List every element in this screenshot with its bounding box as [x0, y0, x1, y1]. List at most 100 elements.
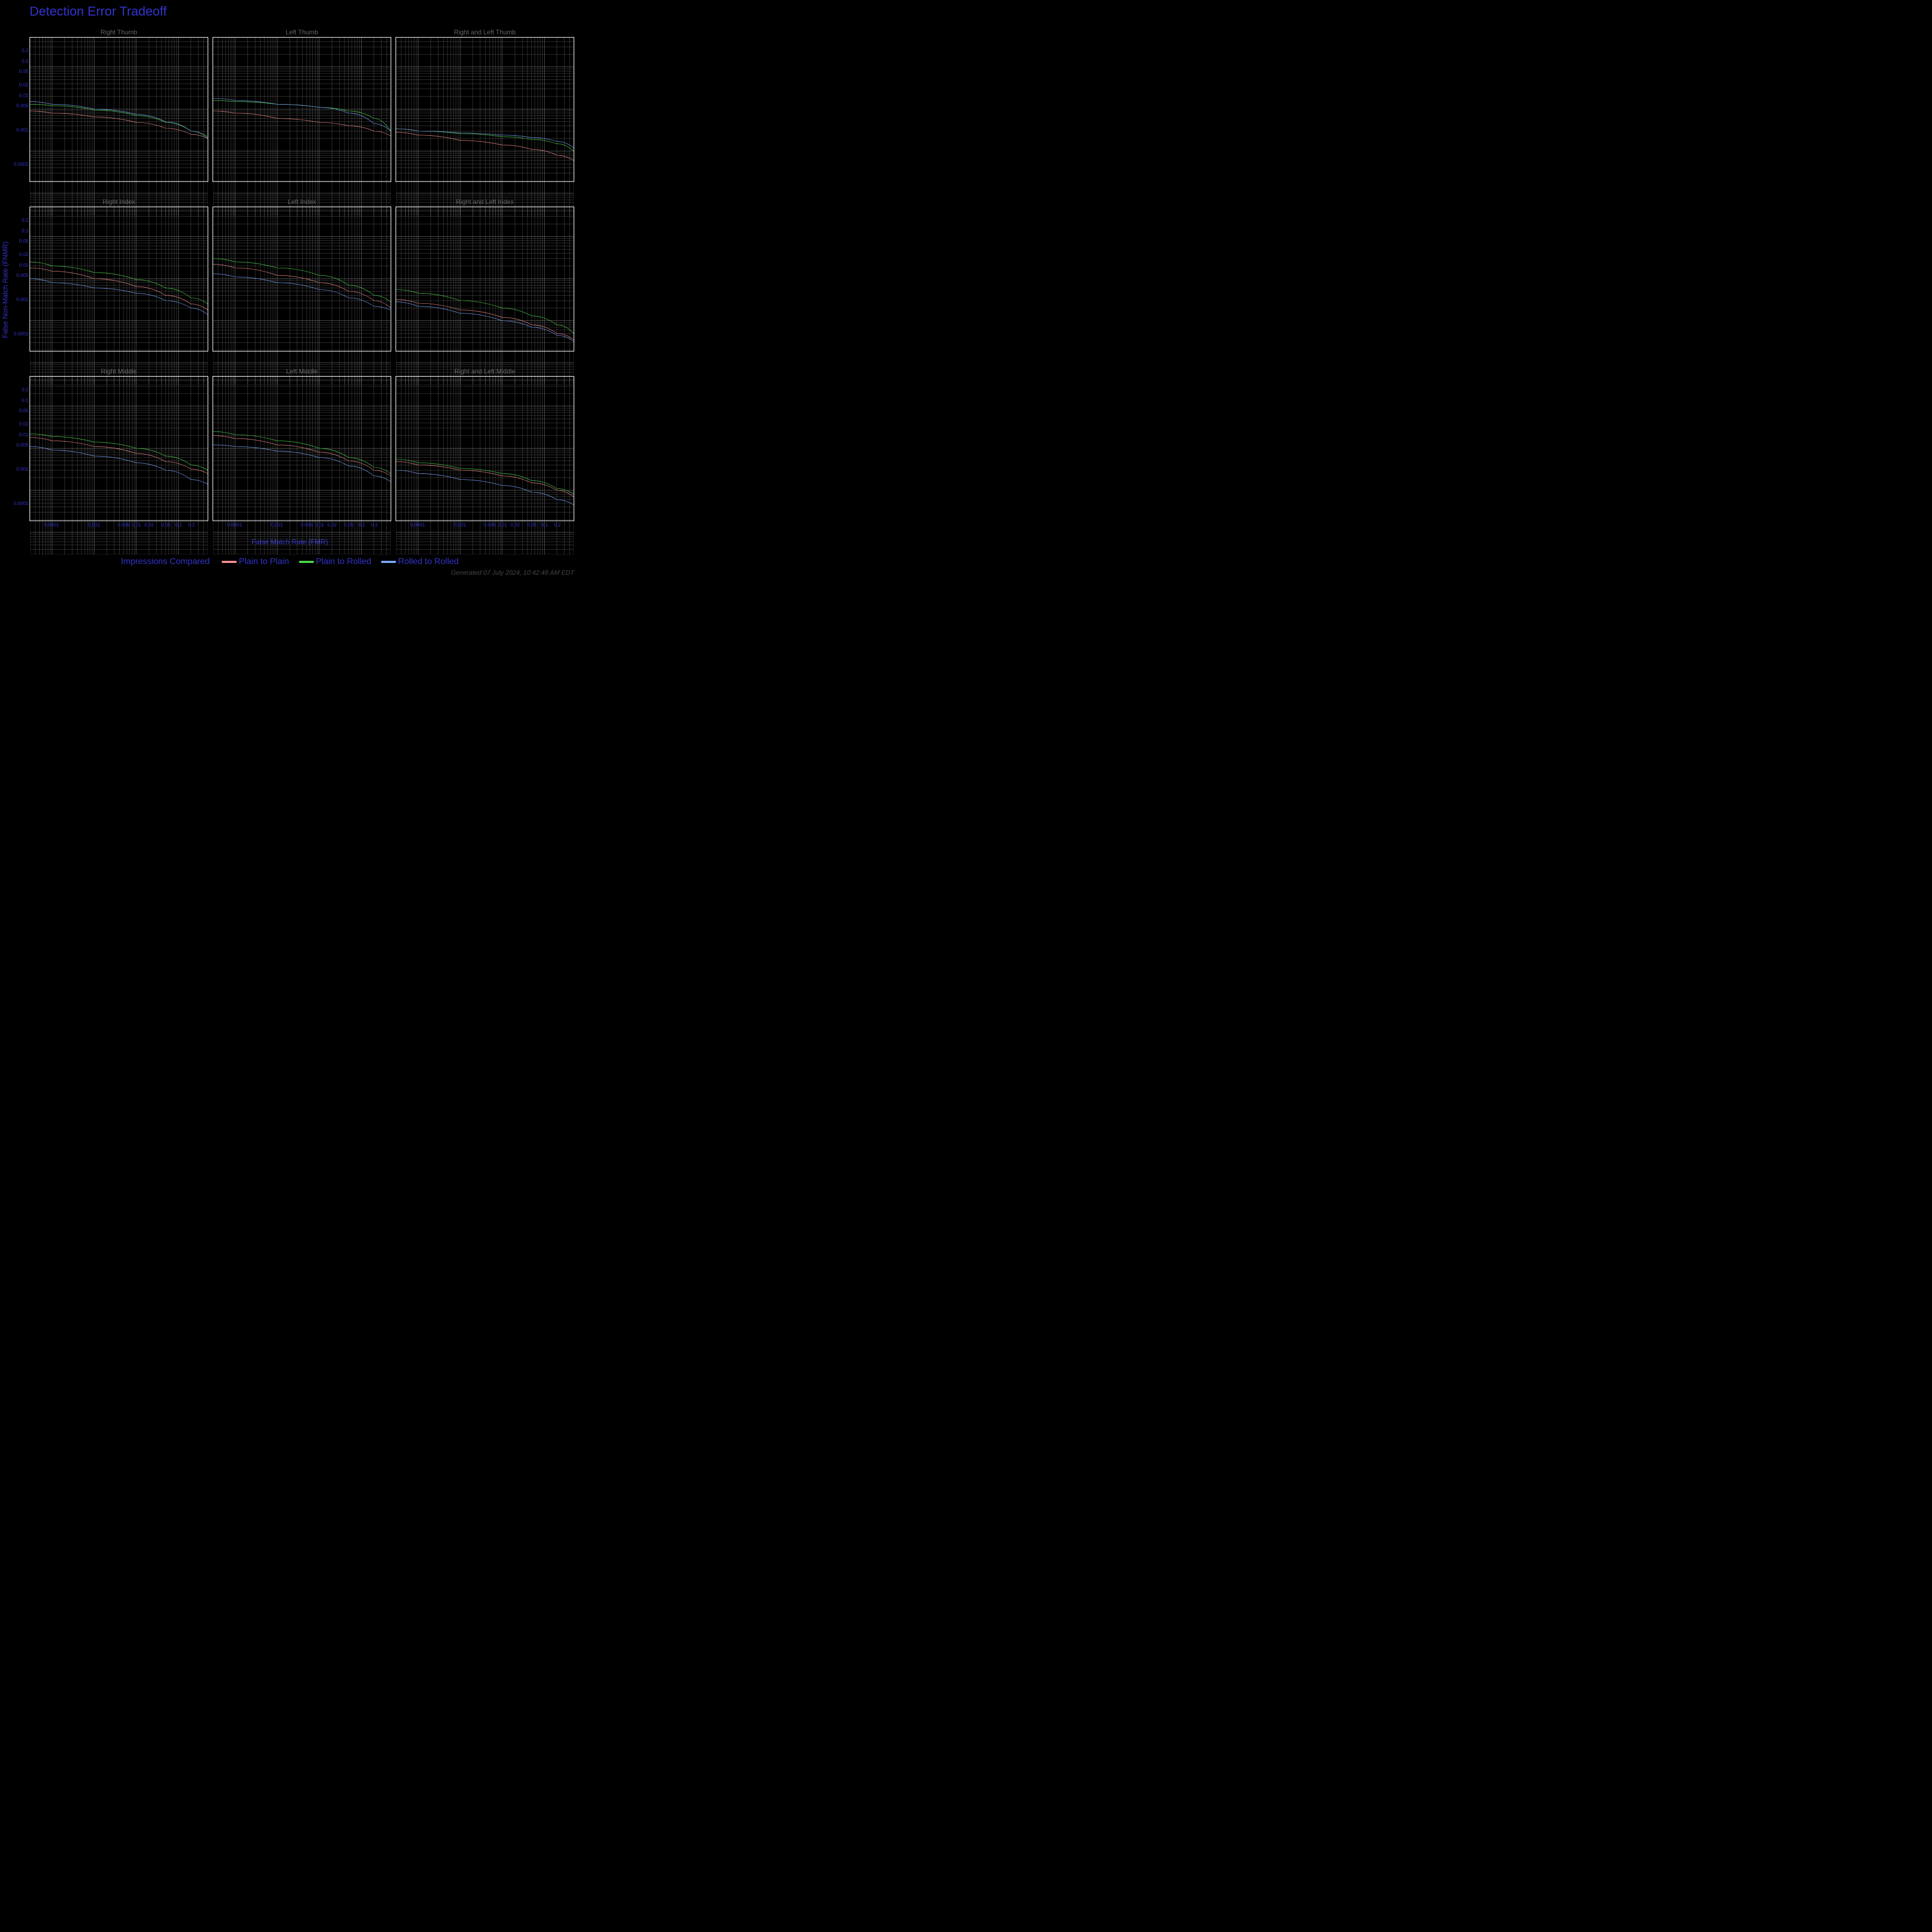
x-ticks: 0.0001 0.001 0.0050.010.02 0.05 0.1 0.2	[396, 522, 574, 530]
series-line	[30, 434, 208, 470]
facet-panel: Left Middle0.00010.0010.0050.010.020.050…	[213, 369, 391, 529]
panel-title: Left Middle	[213, 368, 391, 375]
x-tick-label: 0.05	[344, 522, 354, 528]
series-line	[30, 101, 208, 138]
facet-panel: Left Thumb	[213, 30, 391, 189]
plot-area	[396, 376, 574, 521]
legend-title: Impressions Compared	[121, 557, 209, 566]
legend-label: Plain to Rolled	[316, 557, 371, 566]
x-tick-label: 0.02	[144, 522, 154, 528]
y-ticks: 0.00010.0010.0050.010.020.050.10.2	[9, 207, 28, 352]
legend: Impressions Compared Plain to Plain Plain…	[0, 557, 580, 567]
panel-title: Left Thumb	[213, 28, 391, 36]
y-tick-label: 0.1	[21, 58, 28, 64]
series-line	[30, 111, 208, 138]
series-line	[30, 279, 208, 314]
panel-title: Right and Left Thumb	[396, 28, 574, 36]
series-line	[396, 133, 574, 160]
panel-title: Left Index	[213, 198, 391, 206]
panel-title: Right Middle	[30, 368, 208, 375]
x-tick-label: 0.01	[497, 522, 507, 528]
y-tick-label: 0.05	[19, 238, 28, 244]
x-ticks: 0.00010.0010.0050.010.020.050.10.2	[30, 522, 208, 530]
facet-panel: Right and Left Thumb	[396, 30, 574, 189]
x-tick-label: 0.005	[484, 522, 496, 528]
series-line	[396, 462, 574, 497]
y-ticks: 0.00010.0010.0050.010.020.050.10.2	[9, 376, 28, 521]
plot-area	[396, 207, 574, 352]
x-tick-label: 0.2	[371, 522, 378, 528]
facet-panel: Left Index	[213, 199, 391, 359]
x-tick-label: 0.02	[510, 522, 520, 528]
series-line	[396, 290, 574, 334]
x-tick-label: 0.0001	[44, 522, 59, 528]
y-tick-label: 0.005	[16, 273, 28, 278]
plot-area	[213, 207, 391, 352]
y-tick-label: 0.1	[21, 398, 28, 403]
y-tick-label: 0.005	[16, 103, 28, 108]
plot-area	[213, 37, 391, 182]
facet-panel: Right Middle0.00010.0010.0050.010.020.05…	[30, 369, 208, 529]
plot-area	[30, 376, 208, 521]
series-line	[213, 98, 391, 131]
plot-area	[213, 376, 391, 521]
y-tick-label: 0.05	[19, 408, 28, 413]
series-line	[396, 299, 574, 340]
series-line	[213, 111, 391, 136]
x-tick-label: 0.001	[88, 522, 100, 528]
series-line	[213, 445, 391, 482]
panel-title: Right and Left Middle	[396, 368, 574, 375]
series-line	[30, 268, 208, 310]
y-tick-label: 0.02	[19, 252, 28, 257]
series-line	[396, 129, 574, 151]
x-tick-label: 0.2	[554, 522, 561, 528]
y-tick-label: 0.2	[21, 387, 28, 392]
x-tick-label: 0.05	[527, 522, 537, 528]
x-tick-label: 0.001	[454, 522, 466, 528]
x-tick-label: 0.0001	[410, 522, 425, 528]
legend-label: Plain to Plain	[239, 557, 289, 566]
x-tick-label: 0.01	[314, 522, 324, 528]
panel-title: Right Thumb	[30, 28, 208, 36]
x-tick-label: 0.2	[188, 522, 195, 528]
page-title: Detection Error Tradeoff	[30, 4, 167, 19]
x-tick-label: 0.02	[327, 522, 337, 528]
series-line	[213, 264, 391, 308]
x-ticks: 0.00010.0010.0050.010.020.050.10.2	[213, 522, 391, 530]
y-tick-label: 0.05	[19, 69, 28, 74]
legend-label: Rolled to Rolled	[398, 557, 459, 566]
facet-panel: Right Index0.00010.0010.0050.010.020.050…	[30, 199, 208, 359]
panel-title: Right and Left Index	[396, 198, 574, 206]
y-tick-label: 0.0001	[13, 162, 28, 167]
x-tick-label: 0.005	[301, 522, 313, 528]
series-line	[396, 129, 574, 148]
legend-swatch	[299, 561, 314, 563]
y-tick-label: 0.2	[21, 48, 28, 53]
x-tick-label: 0.001	[271, 522, 283, 528]
series-line	[30, 437, 208, 473]
facet-grid: Right Thumb0.00010.0010.0050.010.020.050…	[30, 30, 574, 529]
x-tick-label: 0.01	[131, 522, 141, 528]
series-line	[213, 100, 391, 131]
y-axis-label: False Non-Match Rate (FNMR)	[1, 241, 9, 338]
y-tick-label: 0.005	[16, 442, 28, 448]
y-tick-label: 0.0001	[13, 331, 28, 336]
facet-panel: Right and Left Middle0.00010.0010.0050.0…	[396, 369, 574, 529]
x-tick-label: 0.1	[541, 522, 548, 528]
series-line	[213, 431, 391, 473]
y-ticks: 0.00010.0010.0050.010.020.050.10.2	[9, 37, 28, 182]
x-tick-label: 0.05	[161, 522, 171, 528]
series-line	[213, 436, 391, 476]
y-tick-label: 0.001	[16, 127, 28, 133]
series-line	[396, 302, 574, 342]
x-tick-label: 0.1	[358, 522, 365, 528]
x-tick-label: 0.1	[175, 522, 182, 528]
y-tick-label: 0.001	[16, 466, 28, 472]
generated-timestamp: Generated 07 July 2024, 10:42:48 AM EDT	[451, 569, 574, 576]
y-tick-label: 0.1	[21, 228, 28, 233]
legend-swatch	[381, 561, 396, 563]
legend-swatch	[222, 561, 237, 563]
series-line	[30, 447, 208, 484]
facet-panel: Right Thumb0.00010.0010.0050.010.020.050…	[30, 30, 208, 189]
y-tick-label: 0.001	[16, 297, 28, 302]
